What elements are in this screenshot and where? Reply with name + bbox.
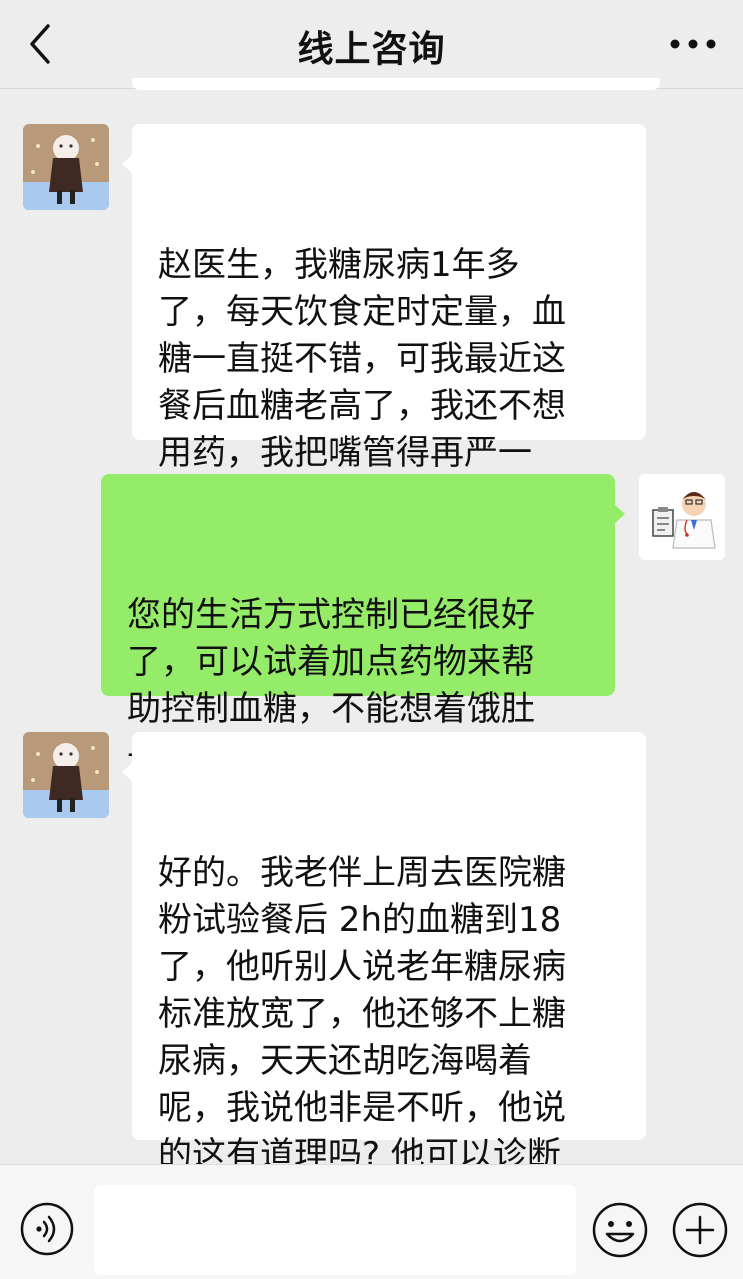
more-functions-button[interactable] (672, 1202, 728, 1258)
patient-avatar[interactable] (23, 732, 109, 818)
elderly-woman-avatar-icon (23, 732, 109, 818)
emoji-button[interactable] (592, 1202, 648, 1258)
message-bubble-incoming[interactable]: 好的。我老伴上周去医院糖 粉试验餐后 2h的血糖到18 了，他听别人说老年糖尿病… (122, 732, 646, 1222)
message-bubble-incoming[interactable]: 赵医生，我糖尿病1年多 了，每天饮食定时定量，血 糖一直挺不错，可我最近这 餐后… (122, 124, 646, 520)
emoji-icon (592, 1202, 648, 1258)
plus-icon (672, 1202, 728, 1258)
message-bubble-outgoing[interactable]: 您的生活方式控制已经很好 了，可以试着加点药物来帮 助控制血糖，不能想着饿肚 子… (101, 474, 625, 776)
doctor-avatar[interactable] (639, 474, 725, 560)
bubble-tail (614, 504, 625, 524)
bubble-tail (122, 762, 133, 782)
more-button[interactable] (665, 26, 721, 62)
top-bar: 线上咨询 (0, 0, 743, 89)
previous-message-stub (132, 78, 660, 90)
page-title: 线上咨询 (297, 29, 446, 70)
bubble-tail (122, 154, 133, 174)
input-bar (0, 1164, 743, 1279)
message-input[interactable] (94, 1185, 576, 1275)
voice-icon (20, 1202, 74, 1256)
elderly-woman-avatar-icon (23, 124, 109, 210)
patient-avatar[interactable] (23, 124, 109, 210)
more-dots-icon (670, 39, 716, 49)
voice-button[interactable] (20, 1202, 74, 1256)
doctor-avatar-icon (639, 474, 725, 560)
